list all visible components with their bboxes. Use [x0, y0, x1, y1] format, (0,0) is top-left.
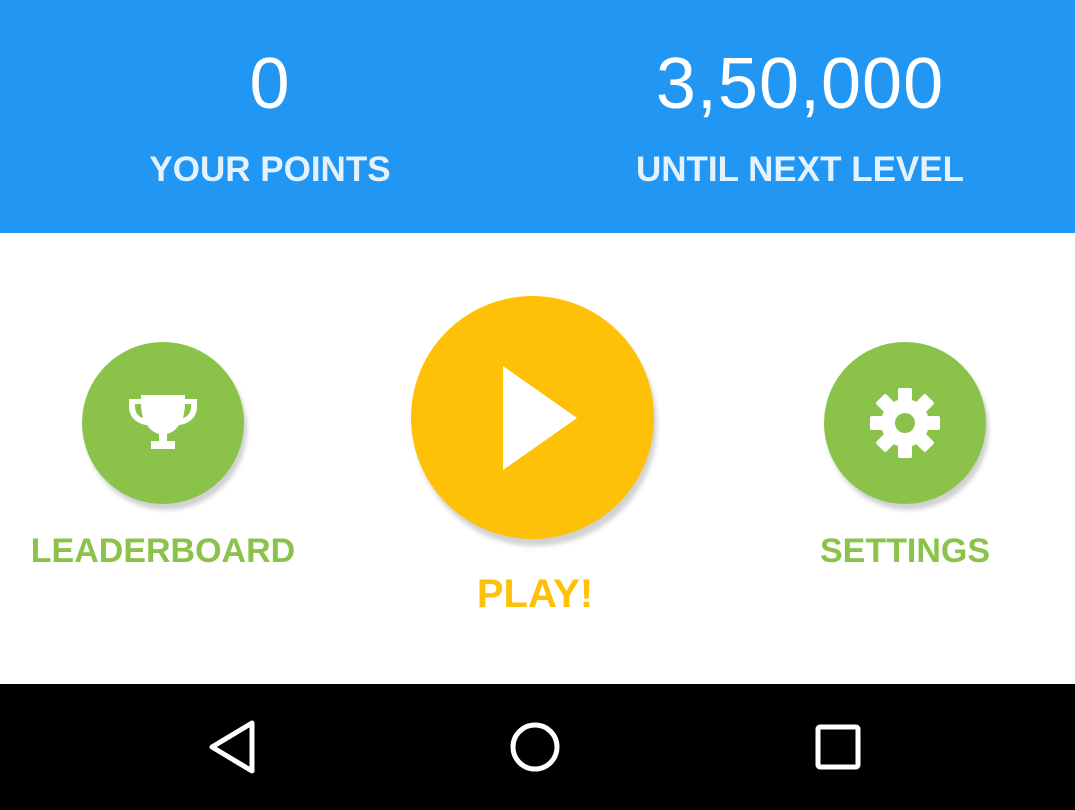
points-label: YOUR POINTS: [149, 150, 391, 189]
settings-label[interactable]: SETTINGS: [755, 531, 1055, 571]
gear-icon: [870, 388, 940, 458]
nav-home-button[interactable]: [505, 717, 565, 777]
system-navigation-bar: [0, 684, 1075, 810]
next-level-value: 3,50,000: [655, 44, 945, 124]
points-stat: 0 YOUR POINTS: [70, 0, 470, 233]
next-level-label: UNTIL NEXT LEVEL: [636, 150, 964, 189]
recents-icon: [815, 724, 861, 770]
menu-actions: LEADERBOARD PLAY! SETTINGS: [0, 233, 1075, 684]
leaderboard-button[interactable]: [82, 342, 244, 504]
play-icon: [502, 365, 577, 470]
trophy-icon: [129, 395, 197, 449]
leaderboard-label[interactable]: LEADERBOARD: [13, 531, 313, 571]
next-level-stat: 3,50,000 UNTIL NEXT LEVEL: [600, 0, 1000, 233]
main-menu-screen: 0 YOUR POINTS 3,50,000 UNTIL NEXT LEVEL …: [0, 0, 1075, 810]
settings-button[interactable]: [824, 342, 986, 504]
play-label[interactable]: PLAY!: [385, 571, 685, 617]
home-icon: [510, 722, 560, 772]
play-button[interactable]: [411, 296, 654, 539]
stats-header: 0 YOUR POINTS 3,50,000 UNTIL NEXT LEVEL: [0, 0, 1075, 233]
nav-back-button[interactable]: [202, 717, 262, 777]
nav-recents-button[interactable]: [808, 717, 868, 777]
points-value: 0: [249, 44, 291, 124]
back-icon: [209, 720, 255, 774]
